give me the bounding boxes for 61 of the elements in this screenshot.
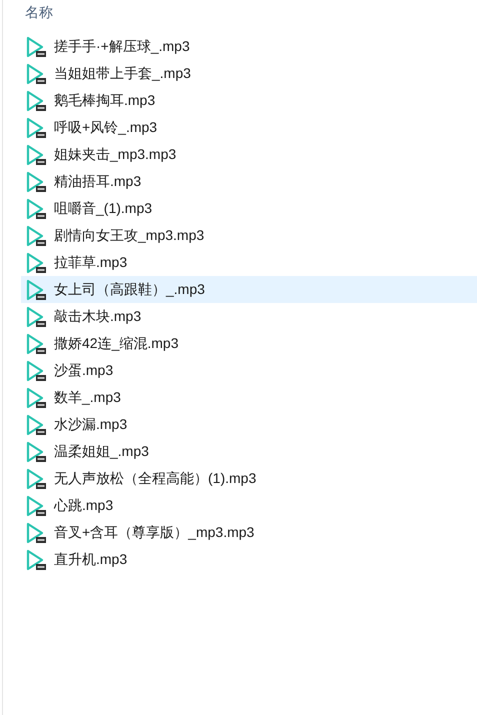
file-row[interactable]: 敲击木块.mp3 <box>21 303 477 330</box>
audio-file-icon <box>25 548 47 570</box>
file-name: 数羊_.mp3 <box>54 388 121 407</box>
file-name: 撒娇42连_缩混.mp3 <box>54 334 178 353</box>
file-row[interactable]: 直升机.mp3 <box>21 546 477 573</box>
column-header[interactable]: 名称 <box>25 4 53 20</box>
audio-file-icon <box>25 224 47 246</box>
file-row[interactable]: 无人声放松（全程高能）(1).mp3 <box>21 465 477 492</box>
file-name: 温柔姐姐_.mp3 <box>54 442 149 461</box>
file-name: 咀嚼音_(1).mp3 <box>54 199 152 218</box>
file-row[interactable]: 搓手手·+解压球_.mp3 <box>21 33 477 60</box>
file-row[interactable]: 温柔姐姐_.mp3 <box>21 438 477 465</box>
file-name: 呼吸+风铃_.mp3 <box>54 118 158 137</box>
file-name: 拉菲草.mp3 <box>54 253 128 272</box>
audio-file-icon <box>25 360 47 382</box>
audio-file-icon <box>25 522 47 544</box>
file-name: 沙蛋.mp3 <box>54 361 114 380</box>
audio-file-icon <box>25 36 47 58</box>
audio-file-icon <box>25 386 47 408</box>
file-name: 无人声放松（全程高能）(1).mp3 <box>54 469 256 488</box>
file-name: 音叉+含耳（尊享版）_mp3.mp3 <box>54 523 254 542</box>
audio-file-icon <box>25 494 47 516</box>
audio-file-icon <box>25 116 47 138</box>
audio-file-icon <box>25 252 47 274</box>
file-name: 搓手手·+解压球_.mp3 <box>54 37 190 56</box>
file-row[interactable]: 精油捂耳.mp3 <box>21 168 477 195</box>
file-row[interactable]: 姐妹夹击_mp3.mp3 <box>21 141 477 168</box>
file-row[interactable]: 咀嚼音_(1).mp3 <box>21 195 477 222</box>
file-row[interactable]: 撒娇42连_缩混.mp3 <box>21 330 477 357</box>
file-row[interactable]: 鹅毛棒掏耳.mp3 <box>21 87 477 114</box>
file-name: 姐妹夹击_mp3.mp3 <box>54 145 176 164</box>
audio-file-icon <box>25 278 47 300</box>
file-row[interactable]: 数羊_.mp3 <box>21 384 477 411</box>
file-row[interactable]: 呼吸+风铃_.mp3 <box>21 114 477 141</box>
audio-file-icon <box>25 90 47 112</box>
file-name: 敲击木块.mp3 <box>54 307 142 326</box>
audio-file-icon <box>25 62 47 84</box>
file-name: 水沙漏.mp3 <box>54 415 128 434</box>
audio-file-icon <box>25 198 47 220</box>
file-name: 心跳.mp3 <box>54 496 114 515</box>
audio-file-icon <box>25 306 47 328</box>
file-row[interactable]: 沙蛋.mp3 <box>21 357 477 384</box>
file-name: 精油捂耳.mp3 <box>54 172 142 191</box>
audio-file-icon <box>25 440 47 462</box>
file-row[interactable]: 女上司（高跟鞋）_.mp3 <box>21 276 477 303</box>
file-row[interactable]: 当姐姐带上手套_.mp3 <box>21 60 477 87</box>
file-name: 剧情向女王攻_mp3.mp3 <box>54 226 204 245</box>
file-name: 当姐姐带上手套_.mp3 <box>54 64 191 83</box>
audio-file-icon <box>25 170 47 192</box>
file-row[interactable]: 水沙漏.mp3 <box>21 411 477 438</box>
file-row[interactable]: 音叉+含耳（尊享版）_mp3.mp3 <box>21 519 477 546</box>
file-row[interactable]: 心跳.mp3 <box>21 492 477 519</box>
audio-file-icon <box>25 332 47 354</box>
file-name: 直升机.mp3 <box>54 550 128 569</box>
audio-file-icon <box>25 414 47 436</box>
file-name: 女上司（高跟鞋）_.mp3 <box>54 280 205 299</box>
audio-file-icon <box>25 144 47 166</box>
audio-file-icon <box>25 468 47 490</box>
file-row[interactable]: 剧情向女王攻_mp3.mp3 <box>21 222 477 249</box>
file-name: 鹅毛棒掏耳.mp3 <box>54 91 156 110</box>
file-row[interactable]: 拉菲草.mp3 <box>21 249 477 276</box>
